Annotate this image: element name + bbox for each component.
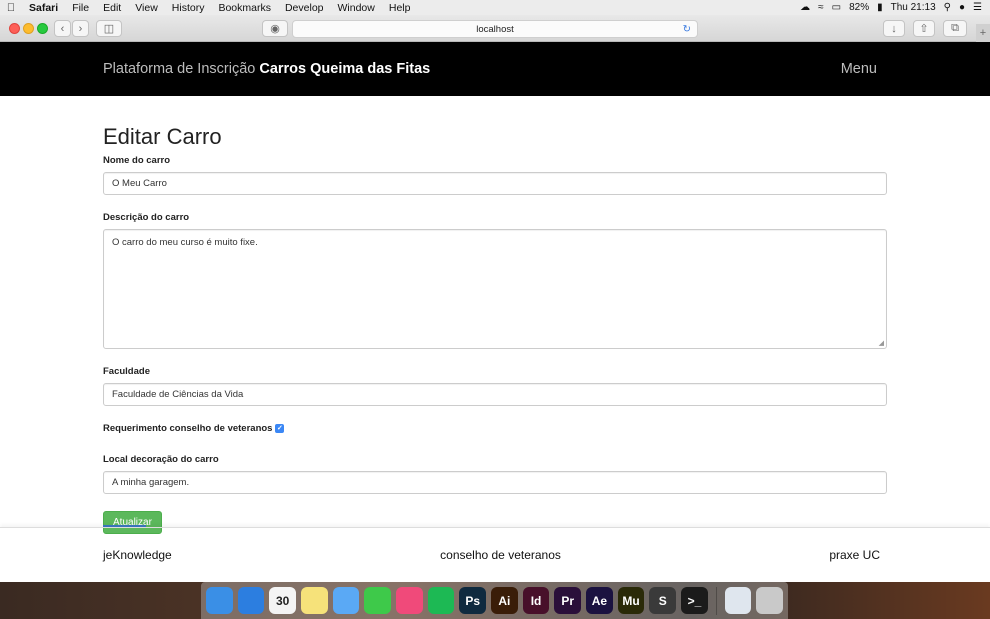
url-text: localhost: [476, 23, 514, 35]
status-area: ☁ ≈ ▭ 82% ▮ Thu 21:13 ⚲ ● ☰: [800, 2, 990, 13]
brand-title: Carros Queima das Fitas: [259, 61, 431, 77]
photoshop-icon[interactable]: Ps: [459, 587, 487, 614]
notification-center-icon[interactable]: ☰: [973, 2, 982, 13]
group-faculdade: Faculdade Faculdade de Ciências da Vida: [103, 366, 887, 406]
after-effects-icon[interactable]: Ae: [586, 587, 613, 614]
menu-file[interactable]: File: [65, 2, 96, 14]
battery-icon[interactable]: ▮: [877, 2, 883, 13]
dock-separator: [715, 586, 717, 615]
window-zoom-button[interactable]: [37, 23, 48, 34]
menu-help[interactable]: Help: [382, 2, 418, 14]
new-tab-button[interactable]: +: [976, 24, 990, 42]
macos-menubar:  Safari File Edit View History Bookmark…: [0, 0, 990, 15]
sidebar-toggle-icon[interactable]: ◫: [96, 20, 122, 37]
trash-icon[interactable]: [756, 587, 784, 614]
muse-icon[interactable]: Mu: [617, 587, 645, 614]
menu-history[interactable]: History: [165, 2, 212, 14]
airplay-icon[interactable]: ▭: [832, 2, 841, 13]
finder-icon[interactable]: [206, 587, 233, 614]
window-close-button[interactable]: [9, 23, 20, 34]
indesign-icon[interactable]: Id: [522, 587, 550, 614]
safari-toolbar: ‹ › ◫ ◉ localhost ↻ ↓ ⇧ ⧉: [0, 15, 990, 42]
tabs-overview-icon[interactable]: ⧉: [943, 20, 967, 37]
back-button[interactable]: ‹: [54, 20, 71, 37]
descricao-label: Descrição do carro: [103, 212, 190, 223]
menu-develop[interactable]: Develop: [278, 2, 331, 14]
menu-window[interactable]: Window: [331, 2, 382, 14]
clock[interactable]: Thu 21:13: [891, 2, 936, 13]
nome-input[interactable]: O Meu Carro: [103, 172, 887, 195]
dock: 30 Ps Ai Id Pr Ae Mu S >_: [201, 582, 788, 619]
window-minimize-button[interactable]: [23, 23, 34, 34]
apple-menu-icon[interactable]: : [0, 2, 22, 14]
group-local: Local decoração do carro A minha garagem…: [103, 454, 887, 494]
menu-view[interactable]: View: [128, 2, 165, 14]
edit-car-form: Editar Carro Nome do carro O Meu Carro D…: [103, 124, 887, 534]
site-footer: jeKnowledge conselho de veteranos praxe …: [0, 527, 990, 582]
footer-link-conselho[interactable]: conselho de veteranos: [440, 548, 561, 562]
menu-link[interactable]: Menu: [841, 61, 877, 77]
battery-percent[interactable]: 82%: [849, 2, 869, 13]
desktop-wallpaper: 30 Ps Ai Id Pr Ae Mu S >_: [0, 582, 990, 619]
reload-icon[interactable]: ↻: [683, 24, 691, 35]
wifi-icon[interactable]: ≈: [818, 2, 824, 13]
illustrator-icon[interactable]: Ai: [491, 587, 518, 614]
address-bar[interactable]: localhost ↻: [292, 20, 698, 38]
privacy-shield-icon[interactable]: ◉: [262, 20, 288, 37]
requerimento-label: Requerimento conselho de veteranos: [103, 423, 273, 434]
requerimento-row: Requerimento conselho de veteranos ✓: [103, 423, 887, 434]
itunes-icon[interactable]: [396, 587, 423, 614]
share-icon[interactable]: ⇧: [913, 20, 935, 37]
menu-edit[interactable]: Edit: [96, 2, 128, 14]
resize-grip-icon[interactable]: ◢: [879, 339, 884, 347]
calendar-icon[interactable]: 30: [269, 587, 297, 614]
descricao-textarea[interactable]: O carro do meu curso é muito fixe. ◢: [103, 229, 887, 349]
creative-cloud-icon[interactable]: ☁: [800, 2, 810, 13]
facetime-icon[interactable]: [364, 587, 392, 614]
menu-bookmarks[interactable]: Bookmarks: [211, 2, 278, 14]
footer-link-jeknowledge[interactable]: jeKnowledge: [103, 548, 172, 562]
messages-icon[interactable]: [332, 587, 360, 614]
site-navbar: Plataforma de Inscrição Carros Queima da…: [0, 42, 990, 96]
web-page: Plataforma de Inscrição Carros Queima da…: [0, 42, 990, 582]
terminal-icon[interactable]: >_: [681, 587, 708, 614]
descricao-text: O carro do meu curso é muito fixe.: [112, 237, 258, 248]
footer-link-praxe[interactable]: praxe UC: [829, 548, 880, 562]
local-label: Local decoração do carro: [103, 454, 219, 465]
local-input[interactable]: A minha garagem.: [103, 471, 887, 494]
forward-button[interactable]: ›: [72, 20, 89, 37]
nome-label: Nome do carro: [103, 155, 171, 166]
page-title: Editar Carro: [103, 124, 222, 149]
requerimento-checkbox[interactable]: ✓: [275, 424, 285, 433]
group-nome: Nome do carro O Meu Carro: [103, 155, 887, 195]
faculdade-label: Faculdade: [103, 366, 150, 377]
faculdade-input[interactable]: Faculdade de Ciências da Vida: [103, 383, 887, 406]
downloads-icon[interactable]: ↓: [883, 20, 905, 37]
menu-safari[interactable]: Safari: [22, 2, 65, 14]
notes-icon[interactable]: [301, 587, 328, 614]
site-brand[interactable]: Plataforma de Inscrição Carros Queima da…: [103, 61, 430, 77]
user-avatar-icon[interactable]: ●: [959, 2, 965, 13]
brand-prefix: Plataforma de Inscrição: [103, 61, 260, 77]
sublime-icon[interactable]: S: [649, 587, 677, 614]
safari-icon[interactable]: [237, 587, 265, 614]
premiere-icon[interactable]: Pr: [554, 587, 582, 614]
spotlight-icon[interactable]: ⚲: [944, 2, 951, 13]
preview-icon[interactable]: [724, 587, 752, 614]
spotify-icon[interactable]: [427, 587, 455, 614]
group-descricao: Descrição do carro O carro do meu curso …: [103, 212, 887, 349]
